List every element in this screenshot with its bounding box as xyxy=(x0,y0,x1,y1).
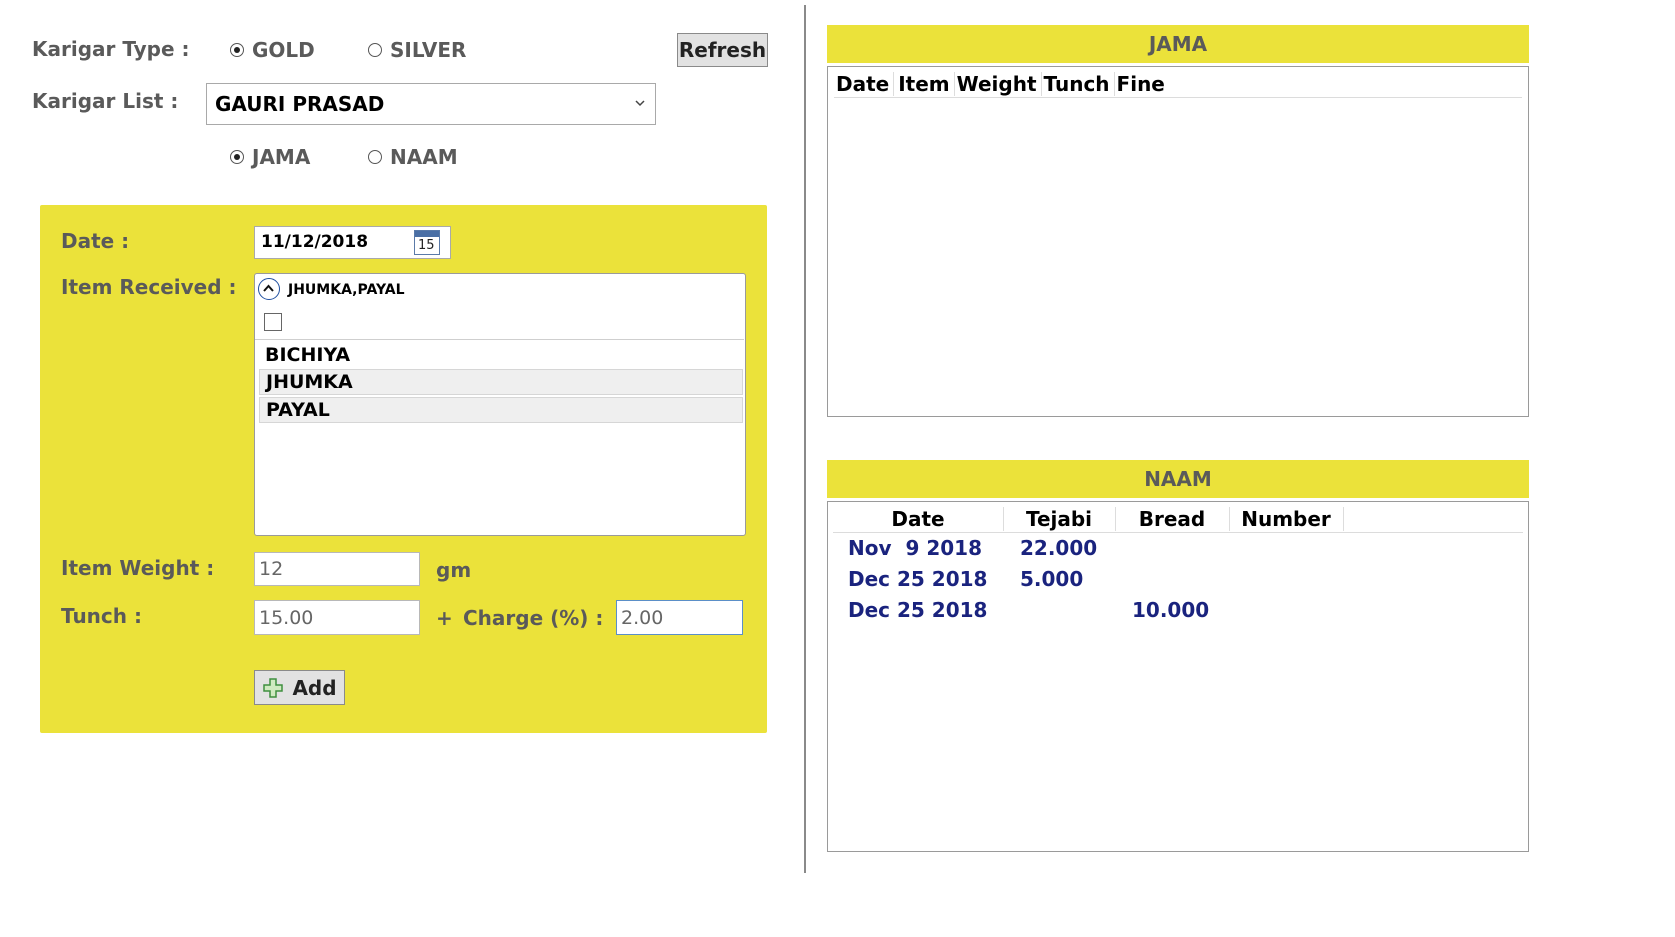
list-item-label: BICHIYA xyxy=(265,344,351,366)
calendar-day: 15 xyxy=(418,238,435,253)
item-weight-input[interactable]: 12 xyxy=(254,552,420,586)
jama-grid[interactable]: Date Item Weight Tunch Fine xyxy=(827,66,1529,417)
radio-unselected-icon xyxy=(368,43,382,57)
radio-selected-icon xyxy=(230,43,244,57)
chevron-down-icon xyxy=(635,100,645,107)
jama-header-row: Date Item Weight Tunch Fine xyxy=(836,72,1169,96)
karigar-type-label: Karigar Type : xyxy=(32,37,190,61)
naam-grid[interactable]: Date Tejabi Bread Number Nov 9 2018 22.0… xyxy=(827,501,1529,852)
row-date: Nov 9 2018 xyxy=(848,536,982,560)
vertical-divider xyxy=(804,5,806,873)
item-received-label: Item Received : xyxy=(61,275,237,299)
column-header: Bread xyxy=(1115,507,1230,531)
item-summary: JHUMKA,PAYAL xyxy=(288,282,405,298)
plus-sign: + xyxy=(436,606,453,630)
add-button[interactable]: Add xyxy=(254,670,345,705)
item-received-multiselect[interactable]: JHUMKA,PAYAL BICHIYA JHUMKA PAYAL xyxy=(254,273,746,536)
tunch-label: Tunch : xyxy=(61,604,142,628)
divider xyxy=(255,339,744,340)
column-header: Number xyxy=(1229,507,1344,531)
list-item[interactable]: JHUMKA xyxy=(259,369,743,395)
weight-unit-label: gm xyxy=(436,558,472,582)
karigar-list-select[interactable]: GAURI PRASAD xyxy=(206,83,656,125)
select-all-checkbox[interactable] xyxy=(264,313,282,331)
collapse-icon[interactable] xyxy=(258,278,280,300)
row-tejabi: 5.000 xyxy=(1020,567,1084,591)
radio-naam[interactable]: NAAM xyxy=(368,145,458,169)
charge-input[interactable]: 2.00 xyxy=(616,600,743,635)
tunch-input[interactable]: 15.00 xyxy=(254,600,420,635)
column-header: Tunch xyxy=(1042,72,1115,96)
column-header: Item xyxy=(894,72,955,96)
date-field[interactable]: 11/12/2018 15 xyxy=(254,226,451,259)
column-header: Fine xyxy=(1116,72,1165,96)
radio-selected-icon xyxy=(230,150,244,164)
list-item[interactable]: BICHIYA xyxy=(259,342,743,368)
date-value: 11/12/2018 xyxy=(261,232,369,252)
row-date: Dec 25 2018 xyxy=(848,598,988,622)
table-row[interactable]: Dec 25 2018 10.000 xyxy=(828,598,1526,628)
calendar-icon[interactable]: 15 xyxy=(414,230,440,255)
karigar-list-label: Karigar List : xyxy=(32,89,179,113)
refresh-button[interactable]: Refresh xyxy=(677,33,768,67)
column-header: Date xyxy=(836,72,895,96)
list-item-label: PAYAL xyxy=(266,399,330,421)
column-header: Tejabi xyxy=(1003,507,1116,531)
radio-gold[interactable]: GOLD xyxy=(230,38,315,62)
radio-silver-label: SILVER xyxy=(390,38,467,62)
header-underline xyxy=(833,532,1523,533)
row-bread: 10.000 xyxy=(1132,598,1210,622)
radio-gold-label: GOLD xyxy=(252,38,315,62)
table-row[interactable]: Dec 25 2018 5.000 xyxy=(828,567,1526,597)
radio-naam-label: NAAM xyxy=(390,145,458,169)
radio-jama[interactable]: JAMA xyxy=(230,145,310,169)
add-button-label: Add xyxy=(292,675,337,700)
row-tejabi: 22.000 xyxy=(1020,536,1098,560)
naam-header: NAAM xyxy=(827,460,1529,498)
radio-jama-label: JAMA xyxy=(252,145,311,169)
naam-header-row: Date Tejabi Bread Number xyxy=(833,507,1344,532)
radio-unselected-icon xyxy=(368,150,382,164)
column-header: Weight xyxy=(955,72,1042,96)
table-row[interactable]: Nov 9 2018 22.000 xyxy=(828,536,1526,566)
date-label: Date : xyxy=(61,229,130,253)
charge-label: Charge (%) : xyxy=(463,606,604,630)
radio-silver[interactable]: SILVER xyxy=(368,38,466,62)
plus-icon xyxy=(263,677,284,698)
item-weight-label: Item Weight : xyxy=(61,556,215,580)
list-item[interactable]: PAYAL xyxy=(259,397,743,423)
column-header: Date xyxy=(833,507,1004,531)
karigar-list-value: GAURI PRASAD xyxy=(215,92,385,116)
jama-header: JAMA xyxy=(827,25,1529,63)
list-item-label: JHUMKA xyxy=(266,371,353,393)
row-date: Dec 25 2018 xyxy=(848,567,988,591)
header-underline xyxy=(834,97,1522,98)
